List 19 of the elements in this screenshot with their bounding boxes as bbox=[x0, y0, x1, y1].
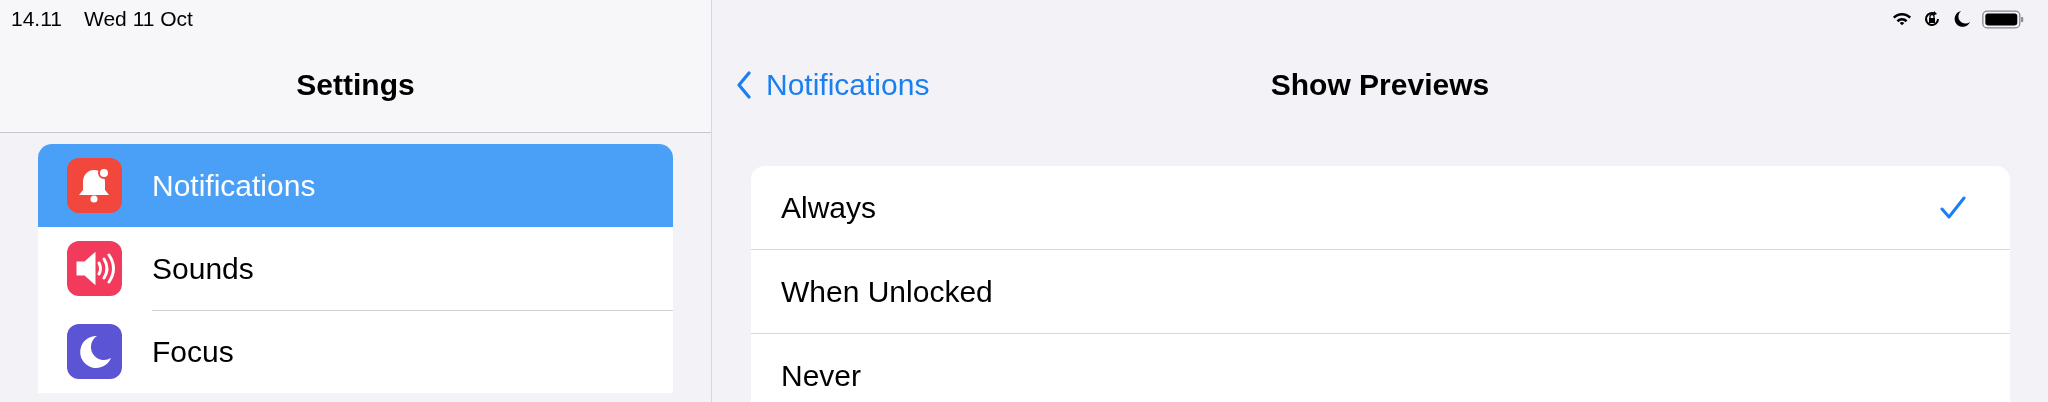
option-label: Never bbox=[781, 358, 862, 393]
item-label: Notifications bbox=[152, 168, 316, 203]
item-label: Sounds bbox=[152, 251, 254, 286]
item-label: Focus bbox=[152, 335, 234, 369]
option-row[interactable]: When Unlocked bbox=[751, 250, 2010, 334]
battery-icon bbox=[1982, 9, 2024, 29]
status-time: 14.11 bbox=[11, 7, 62, 31]
chevron-left-icon bbox=[736, 71, 752, 99]
status-date: Wed 11 Oct bbox=[84, 7, 193, 31]
option-row[interactable]: Never bbox=[751, 334, 2010, 402]
wifi-icon bbox=[1892, 10, 1912, 28]
sidebar-title: Settings bbox=[296, 68, 415, 102]
option-label: Always bbox=[781, 190, 877, 225]
option-label: When Unlocked bbox=[781, 274, 993, 309]
moon-icon bbox=[1952, 10, 1972, 28]
back-button[interactable]: Notifications bbox=[736, 68, 930, 102]
option-row[interactable]: Always bbox=[751, 166, 2010, 250]
page-title: Show Previews bbox=[1270, 68, 1490, 102]
rotation-lock-icon bbox=[1922, 10, 1942, 28]
